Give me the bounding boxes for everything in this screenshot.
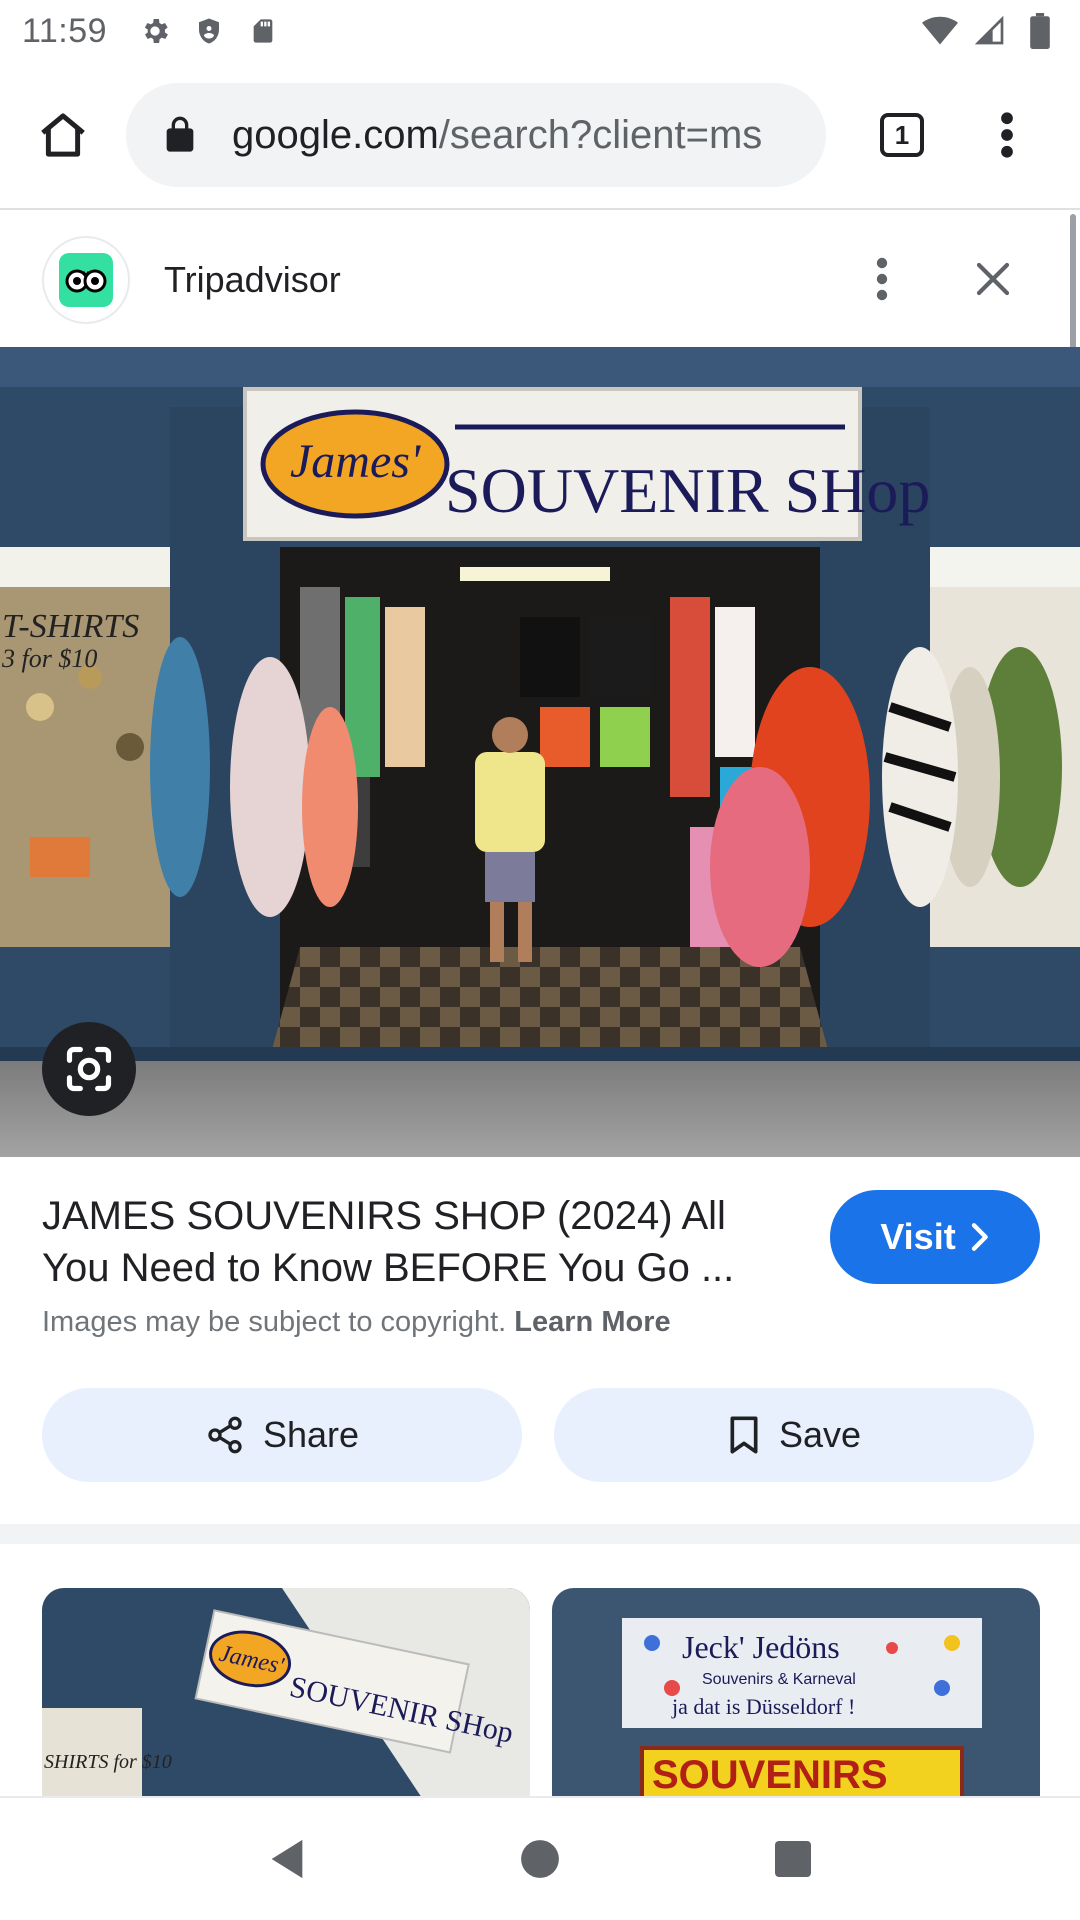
result-title[interactable]: JAMES SOUVENIRS SHOP (2024) All You Need… bbox=[42, 1190, 782, 1294]
save-label: Save bbox=[778, 1414, 862, 1455]
related-image-1: SHIRTS for $10 James' SOUVENIR SHop bbox=[42, 1588, 530, 1798]
main-result-image[interactable]: T-SHIRTS 3 for $10 James' SOUVENIR SHop bbox=[0, 347, 1080, 1157]
sign-main-text: SOUVENIR SHop bbox=[445, 455, 930, 526]
status-icons-left bbox=[137, 13, 281, 49]
lens-icon bbox=[66, 1046, 112, 1092]
back-triangle-icon bbox=[271, 1839, 302, 1879]
svg-text:T-SHIRTS: T-SHIRTS bbox=[2, 608, 139, 645]
source-more-button[interactable] bbox=[860, 244, 904, 314]
url-path: /search?client=ms bbox=[438, 112, 763, 157]
wifi-icon bbox=[922, 13, 958, 49]
source-logo[interactable] bbox=[42, 235, 130, 324]
lock-icon bbox=[166, 116, 194, 152]
learn-more-link[interactable]: Learn More bbox=[514, 1306, 670, 1338]
visit-label: Visit bbox=[880, 1216, 956, 1257]
chevron-right-icon bbox=[971, 1223, 988, 1251]
system-nav-bar bbox=[0, 1796, 1080, 1920]
status-icons-right bbox=[922, 13, 1058, 49]
recents-square-icon bbox=[775, 1841, 812, 1877]
browser-toolbar: google.com/search?client=ms 1 bbox=[0, 62, 1080, 210]
share-label: Share bbox=[262, 1414, 360, 1455]
url-domain: google.com bbox=[232, 112, 439, 157]
url-text: google.com/search?client=ms bbox=[232, 113, 762, 158]
related-2-sign-line2: Souvenirs & Karneval bbox=[702, 1671, 856, 1688]
home-nav-button[interactable] bbox=[495, 1814, 585, 1904]
bookmark-icon bbox=[730, 1416, 758, 1454]
status-bar: 11:59 bbox=[0, 0, 1080, 62]
home-button[interactable] bbox=[0, 61, 126, 209]
related-2-sign-line1: Jeck' Jedöns bbox=[682, 1629, 840, 1665]
tab-count: 1 bbox=[880, 113, 924, 157]
recents-button[interactable] bbox=[748, 1814, 838, 1904]
status-time: 11:59 bbox=[22, 11, 108, 50]
home-icon bbox=[41, 113, 85, 157]
share-icon bbox=[208, 1416, 242, 1454]
more-vert-icon bbox=[1001, 112, 1013, 158]
close-icon bbox=[976, 262, 1010, 296]
related-2-banner: SOUVENIRS bbox=[652, 1753, 888, 1797]
share-button[interactable]: Share bbox=[42, 1388, 522, 1482]
more-vert-icon bbox=[876, 257, 888, 301]
back-button[interactable] bbox=[242, 1814, 332, 1904]
shield-icon bbox=[191, 13, 227, 49]
tab-switcher-button[interactable]: 1 bbox=[852, 61, 952, 209]
address-bar[interactable]: google.com/search?client=ms bbox=[126, 83, 826, 187]
browser-menu-button[interactable] bbox=[952, 61, 1062, 209]
sign-name-text: James' bbox=[290, 435, 421, 488]
related-result-2[interactable]: Jeck' Jedöns Souvenirs & Karneval ja dat… bbox=[552, 1588, 1040, 1798]
copyright-text: Images may be subject to copyright. bbox=[42, 1306, 507, 1338]
gear-icon bbox=[137, 13, 173, 49]
related-result-1[interactable]: SHIRTS for $10 James' SOUVENIR SHop bbox=[42, 1588, 530, 1798]
svg-text:3 for $10: 3 for $10 bbox=[1, 644, 97, 673]
section-divider bbox=[0, 1524, 1080, 1544]
source-name[interactable]: Tripadvisor bbox=[164, 259, 341, 301]
copyright-notice: Images may be subject to copyright. Lear… bbox=[42, 1306, 671, 1339]
close-button[interactable] bbox=[958, 244, 1028, 314]
related-1-window: SHIRTS for $10 bbox=[44, 1751, 172, 1773]
visit-button[interactable]: Visit bbox=[830, 1190, 1040, 1284]
related-2-sign-line3: ja dat is Düsseldorf ! bbox=[671, 1694, 855, 1719]
home-circle-icon bbox=[521, 1840, 559, 1878]
save-button[interactable]: Save bbox=[554, 1388, 1034, 1482]
signal-icon bbox=[972, 13, 1008, 49]
sd-card-icon bbox=[245, 13, 281, 49]
tripadvisor-owl-icon bbox=[59, 252, 113, 307]
storefront-photo: T-SHIRTS 3 for $10 James' SOUVENIR SHop bbox=[0, 347, 1080, 1157]
related-image-2: Jeck' Jedöns Souvenirs & Karneval ja dat… bbox=[552, 1588, 1040, 1798]
source-header: Tripadvisor bbox=[0, 212, 1080, 347]
lens-search-button[interactable] bbox=[42, 1022, 136, 1116]
battery-icon bbox=[1022, 13, 1058, 49]
